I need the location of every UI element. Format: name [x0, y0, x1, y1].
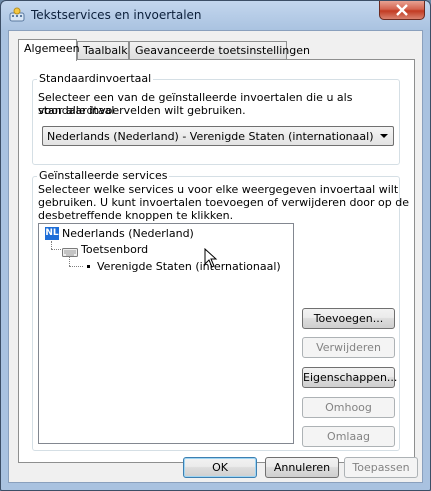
move-up-button[interactable]: Omhoog — [302, 397, 395, 418]
tree-connector — [69, 256, 70, 266]
properties-button[interactable]: Eigenschappen... — [302, 367, 397, 388]
bullet-icon — [87, 265, 90, 268]
chevron-down-icon — [380, 134, 388, 138]
tree-connector — [69, 266, 83, 267]
installed-services-tree[interactable]: NL Nederlands (Nederland) Toetsenbord Ve… — [38, 223, 294, 444]
tree-connector — [51, 249, 61, 250]
installed-services-description-3: desbetreffende knoppen te klikken. — [38, 209, 234, 222]
move-down-button[interactable]: Omlaag — [302, 426, 395, 447]
tree-item-keyboard[interactable]: Toetsenbord — [81, 243, 148, 256]
tab-geavanceerde-toetsinstellingen[interactable]: Geavanceerde toetsinstellingen — [129, 41, 310, 60]
close-icon — [396, 4, 408, 16]
default-language-dropdown[interactable]: Nederlands (Nederland) - Verenigde State… — [42, 126, 394, 146]
cancel-button[interactable]: Annuleren — [265, 457, 339, 478]
apply-button[interactable]: Toepassen — [344, 457, 418, 478]
default-language-group-label: Standaardinvoertaal — [37, 72, 154, 85]
close-button[interactable] — [379, 1, 425, 20]
tree-connector — [51, 241, 52, 249]
dialog-window: Tekstservices en invoertalen Algemeen Ta… — [0, 0, 431, 491]
tab-algemeen[interactable]: Algemeen — [18, 39, 80, 61]
default-language-description-2: voor alle invoervelden wilt gebruiken. — [38, 104, 246, 117]
tab-taalbalk[interactable]: Taalbalk — [77, 41, 129, 60]
add-button[interactable]: Toevoegen... — [302, 308, 395, 329]
installed-services-group-label: Geïnstalleerde services — [37, 169, 170, 182]
installed-services-description-1: Selecteer welke services u voor elke wee… — [38, 183, 399, 196]
window-title: Tekstservices en invoertalen — [31, 8, 202, 22]
text-services-icon — [9, 7, 25, 23]
default-language-selected: Nederlands (Nederland) - Verenigde State… — [47, 130, 374, 143]
title-bar[interactable]: Tekstservices en invoertalen — [1, 1, 430, 29]
language-badge: NL — [45, 227, 59, 240]
mouse-cursor-icon — [204, 248, 218, 268]
remove-button[interactable]: Verwijderen — [302, 337, 395, 358]
installed-services-description-2: gebruiken. U kunt invoertalen toevoegen … — [38, 196, 409, 209]
tree-item-language[interactable]: Nederlands (Nederland) — [62, 227, 194, 240]
ok-button[interactable]: OK — [183, 457, 257, 478]
keyboard-icon — [62, 243, 78, 262]
tree-item-keyboard-layout[interactable]: Verenigde Staten (internationaal) — [97, 260, 281, 273]
